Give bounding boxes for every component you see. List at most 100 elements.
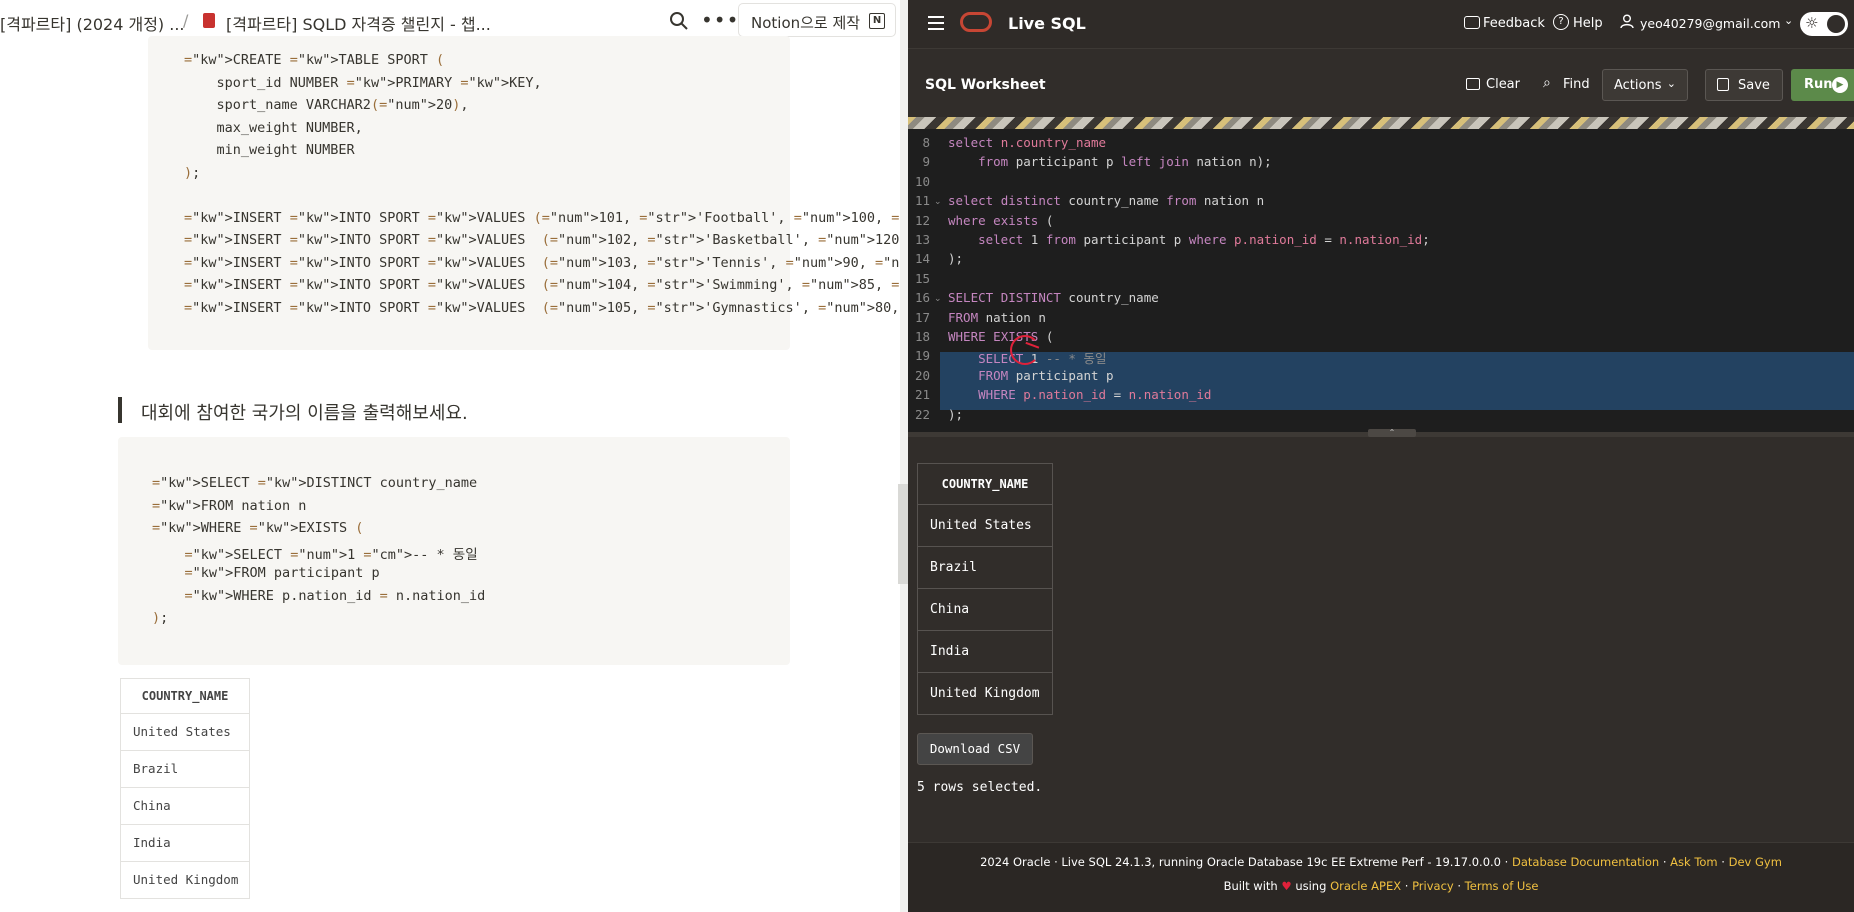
- breadcrumb-current[interactable]: [격파르타] SQLD 자격증 챌린지 - 챕...: [226, 11, 491, 35]
- docs-link[interactable]: Database Documentation: [1512, 855, 1659, 869]
- feedback-icon: [1464, 16, 1480, 29]
- notion-page: [격파르타] (2024 개정) ... / [격파르타] SQLD 자격증 챌…: [0, 0, 908, 912]
- footer: 2024 Oracle · Live SQL 24.1.3, running O…: [908, 842, 1854, 912]
- line-number: 17: [914, 309, 930, 325]
- code-line[interactable]: from participant p left join nation n);: [948, 154, 1272, 169]
- toggle-knob: [1827, 15, 1845, 33]
- app-title[interactable]: Live SQL: [1008, 14, 1086, 33]
- line-number: 16: [914, 290, 930, 306]
- help-icon: ?: [1553, 14, 1569, 30]
- splitter-handle[interactable]: ⌃: [1368, 429, 1416, 437]
- code-line[interactable]: select 1 from participant p where p.nati…: [948, 232, 1430, 247]
- scrollbar-thumb[interactable]: [898, 484, 908, 584]
- asktom-link[interactable]: Ask Tom: [1670, 855, 1717, 869]
- feedback-link[interactable]: Feedback: [1483, 16, 1545, 31]
- decorative-banner: [908, 117, 1854, 129]
- code-line: ="kw">INSERT ="kw">INTO SPORT ="kw">VALU…: [184, 232, 908, 248]
- line-number: 13: [914, 232, 930, 247]
- notion-result-table: COUNTRY_NAME United States Brazil China Ind…: [120, 678, 250, 899]
- code-line[interactable]: FROM participant p: [948, 368, 1113, 383]
- code-line: min_weight NUMBER: [184, 142, 355, 158]
- code-line[interactable]: SELECT DISTINCT country_name: [948, 290, 1159, 305]
- line-number: 18: [914, 329, 930, 344]
- app-header: Live SQL Feedback ? Help yeo40279@gmail.…: [908, 0, 1854, 49]
- pane-divider[interactable]: [900, 0, 908, 912]
- table-row: China: [918, 588, 1052, 630]
- notion-logo-icon: N: [869, 13, 885, 29]
- table-row: United Kingdom: [918, 672, 1052, 714]
- table-row: Brazil: [918, 546, 1052, 588]
- code-line[interactable]: select n.country_name: [948, 135, 1106, 150]
- line-number: 20: [914, 367, 930, 383]
- oracle-logo-icon: [960, 12, 992, 32]
- privacy-link[interactable]: Privacy: [1412, 879, 1454, 893]
- fold-chevron-icon[interactable]: ⌄: [934, 294, 942, 304]
- code-line: );: [184, 164, 201, 181]
- table-row: India: [918, 630, 1052, 672]
- devgym-link[interactable]: Dev Gym: [1729, 855, 1782, 869]
- table-body: United States Brazil China India United King…: [918, 504, 1052, 714]
- line-number: 8: [922, 135, 930, 150]
- save-label: Save: [1738, 78, 1770, 93]
- actions-menu-button[interactable]: Actions ⌄: [1602, 69, 1688, 101]
- sun-icon: ☼: [1805, 14, 1819, 32]
- help-link[interactable]: Help: [1573, 16, 1603, 31]
- code-line[interactable]: FROM nation n: [948, 310, 1046, 325]
- heart-icon: ♥: [1281, 879, 1292, 893]
- line-number: 12: [914, 212, 930, 228]
- code-line[interactable]: );: [948, 251, 963, 266]
- search-icon[interactable]: [668, 10, 690, 32]
- download-csv-button[interactable]: Download CSV: [917, 733, 1033, 765]
- table-row: United Kingdom: [121, 861, 249, 898]
- line-number: 22: [914, 406, 930, 422]
- chevron-down-icon[interactable]: ⌄: [1784, 14, 1793, 27]
- save-button[interactable]: Save: [1705, 69, 1783, 101]
- book-icon: [203, 13, 215, 28]
- made-with-notion-label: Notion으로 제작: [751, 14, 861, 32]
- code-line: ="kw">INSERT ="kw">INTO SPORT ="kw">VALU…: [184, 277, 908, 293]
- livesql-app: Live SQL Feedback ? Help yeo40279@gmail.…: [908, 0, 1854, 912]
- table-body: United States Brazil China India United King…: [121, 713, 249, 898]
- results-pane: COUNTRY_NAME United States Brazil China Ind…: [908, 437, 1854, 842]
- terms-link[interactable]: Terms of Use: [1465, 879, 1539, 893]
- more-options-icon[interactable]: •••: [701, 8, 739, 32]
- line-number: 21: [914, 387, 930, 403]
- menu-icon[interactable]: [928, 16, 944, 30]
- code-line: ="kw">FROM participant p: [184, 565, 380, 581]
- theme-toggle[interactable]: ☼: [1800, 12, 1848, 36]
- apex-link[interactable]: Oracle APEX: [1330, 879, 1401, 893]
- save-icon: [1717, 78, 1729, 91]
- worksheet-toolbar: SQL Worksheet Clear ⌕ Find Actions ⌄ Sav…: [908, 49, 1854, 116]
- table-row: India: [121, 824, 249, 861]
- table-header: COUNTRY_NAME: [141, 689, 229, 703]
- using-label: using: [1295, 879, 1327, 893]
- made-with-notion-button[interactable]: Notion으로 제작 N: [738, 3, 896, 37]
- table-header: COUNTRY_NAME: [941, 477, 1029, 491]
- code-line[interactable]: );: [948, 407, 963, 422]
- sql-editor[interactable]: 8 select n.country_name 9 from participant…: [908, 129, 1854, 432]
- user-icon: [1620, 14, 1634, 29]
- code-line: ="kw">FROM nation n: [152, 497, 307, 514]
- breadcrumb-parent[interactable]: [격파르타] (2024 개정) ...: [0, 11, 185, 35]
- table-row: United States: [121, 713, 249, 750]
- run-button[interactable]: Run ▶: [1791, 69, 1854, 101]
- line-number: 9: [922, 154, 930, 170]
- find-label: Find: [1563, 77, 1590, 92]
- clear-label: Clear: [1486, 77, 1520, 92]
- code-line: );: [152, 610, 169, 626]
- code-block-query: ="kw">SELECT ="kw">DISTINCT country_name…: [118, 437, 790, 665]
- quote-bar: [118, 397, 122, 423]
- code-line: sport_name VARCHAR2(="num">20),: [184, 97, 469, 113]
- code-line: ="kw">WHERE p.nation_id = n.nation_id: [184, 587, 486, 604]
- rows-selected-status: 5 rows selected.: [917, 780, 1043, 795]
- code-line[interactable]: select distinct country_name from nation…: [948, 193, 1264, 208]
- code-line[interactable]: WHERE p.nation_id = n.nation_id: [948, 387, 1211, 402]
- play-icon: ▶: [1832, 77, 1848, 93]
- footer-line-2: Built with ♥ using Oracle APEX · Privacy…: [1223, 879, 1539, 893]
- user-menu[interactable]: yeo40279@gmail.com: [1640, 16, 1780, 31]
- code-line[interactable]: where exists (: [948, 213, 1053, 228]
- question-text: 대회에 참여한 국가의 이름을 출력해보세요.: [141, 403, 468, 424]
- actions-label: Actions: [1614, 78, 1662, 93]
- fold-chevron-icon[interactable]: ⌄: [934, 197, 942, 207]
- footer-version: 2024 Oracle · Live SQL 24.1.3, running O…: [980, 855, 1509, 869]
